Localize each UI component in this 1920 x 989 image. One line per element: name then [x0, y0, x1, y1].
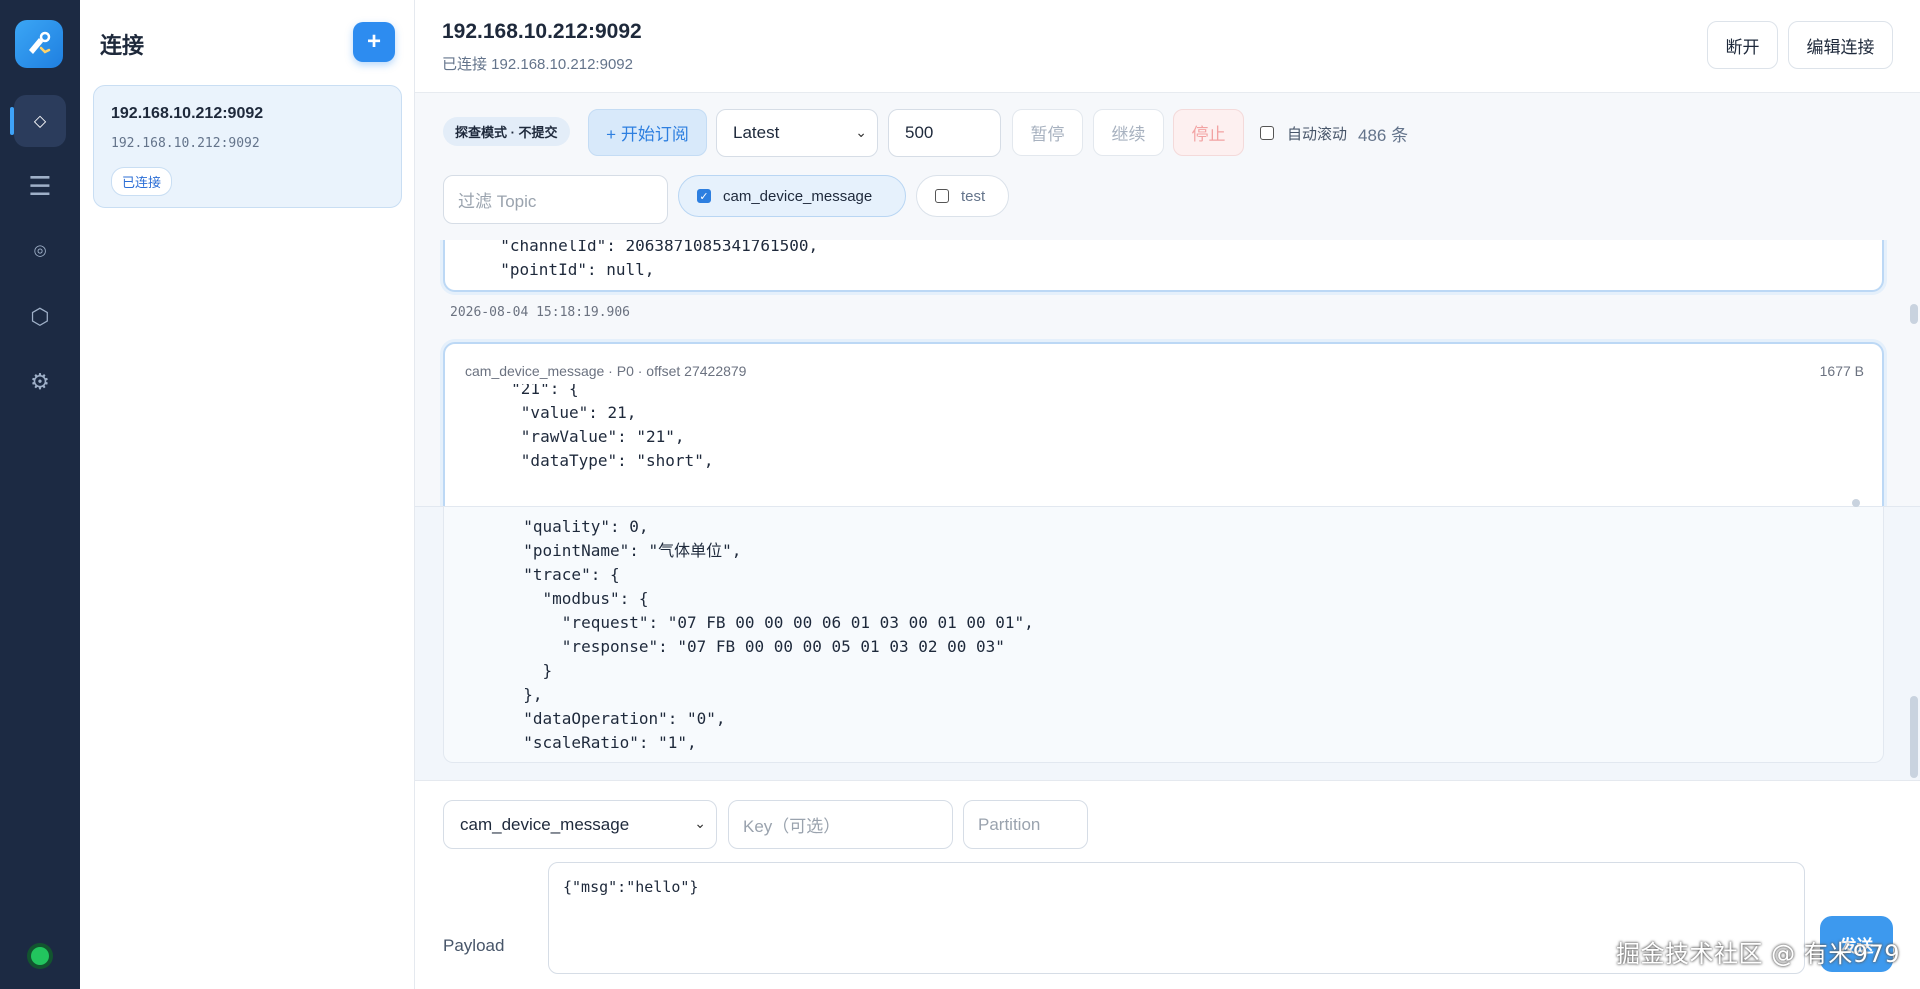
cube-icon: ⬡ [30, 304, 50, 329]
pause-button[interactable]: 暂停 [1012, 109, 1083, 156]
connection-name: 192.168.10.212:9092 [111, 105, 264, 122]
message-card-previous[interactable]: "channelId": 2063871085341761500, "point… [443, 240, 1884, 292]
max-messages-input[interactable]: 500 [888, 109, 1001, 157]
chevron-down-icon: ⌄ [855, 124, 867, 140]
connection-card[interactable]: 192.168.10.212:9092 192.168.10.212:9092 … [93, 85, 402, 208]
page-title: 192.168.10.212:9092 [442, 20, 642, 43]
message-meta: cam_device_message · P0 · offset 2742287… [465, 363, 747, 379]
message-body: "21": { "value": 21, "rawValue": "21", "… [511, 384, 714, 470]
topic-filter-input[interactable]: 过滤 Topic [443, 175, 668, 224]
topic-chip-label: cam_device_message [723, 187, 873, 205]
autoscroll-label: 自动滚动 [1287, 126, 1348, 143]
connection-status-badge: 已连接 [111, 167, 173, 196]
list-icon: ☰ [28, 170, 52, 201]
rail-target-button[interactable]: ◎ [14, 224, 66, 276]
message-detail-pane: "quality": 0, "pointName": "气体单位", "trac… [415, 506, 1920, 780]
message-detail-body: "quality": 0, "pointName": "气体单位", "trac… [523, 517, 1034, 752]
connections-title: 连接 [100, 33, 145, 58]
offset-select[interactable]: Latest ⌄ [716, 109, 878, 157]
message-timestamp: 2026-08-04 15:18:19.906 [450, 305, 631, 320]
key-input[interactable]: Key（可选） [728, 800, 953, 849]
scrollbar-thumb-upper[interactable] [1910, 304, 1918, 324]
edit-connection-button[interactable]: 编辑连接 [1788, 21, 1893, 69]
message-list[interactable]: "channelId": 2063871085341761500, "point… [415, 240, 1920, 780]
page-header: 192.168.10.212:9092 已连接 192.168.10.212:9… [415, 0, 1920, 93]
payload-label: Payload [443, 936, 505, 955]
checkbox-icon [935, 189, 949, 203]
producer-topic-select[interactable]: cam_device_message ⌄ [443, 800, 717, 849]
watermark: 掘金技术社区 @ 有米979 [1616, 940, 1901, 968]
topic-chip-cam-device-message[interactable]: ✓ cam_device_message [678, 175, 906, 217]
connections-icon: ◇ [33, 113, 47, 130]
connection-status-dot [31, 947, 49, 965]
offset-select-value: Latest [733, 123, 780, 142]
rail-settings-button[interactable]: ⚙ [14, 356, 66, 408]
page-subtitle: 已连接 192.168.10.212:9092 [442, 56, 633, 73]
connection-address: 192.168.10.212:9092 [111, 136, 260, 151]
connections-panel: 连接 + 192.168.10.212:9092 192.168.10.212:… [80, 0, 415, 989]
message-count: 486 条 [1358, 126, 1409, 145]
add-connection-button[interactable]: + [353, 22, 395, 62]
mode-badge: 探查模式 · 不提交 [443, 117, 570, 146]
topic-chip-label: test [961, 187, 986, 205]
rail-cube-button[interactable]: ⬡ [14, 291, 66, 343]
target-icon: ◎ [33, 242, 47, 259]
resume-button[interactable]: 继续 [1093, 109, 1164, 156]
message-body-scroll[interactable]: "21": { "value": 21, "rawValue": "21", "… [463, 384, 1863, 470]
chevron-down-icon: ⌄ [694, 815, 706, 831]
disconnect-button[interactable]: 断开 [1707, 21, 1778, 69]
inner-scrollbar-thumb[interactable] [1852, 499, 1860, 507]
nav-rail: ◇ ☰ ◎ ⬡ ⚙ [0, 0, 80, 989]
message-detail-scroll[interactable]: "quality": 0, "pointName": "气体单位", "trac… [443, 507, 1884, 763]
rail-connections-button[interactable]: ◇ [10, 95, 66, 147]
checkmark-icon: ✓ [697, 189, 711, 203]
message-body: "channelId": 2063871085341761500, "point… [500, 240, 819, 279]
autoscroll-checkbox[interactable] [1260, 126, 1274, 140]
partition-input[interactable]: Partition [963, 800, 1088, 849]
scrollbar-thumb-lower[interactable] [1910, 696, 1918, 778]
topic-filter-row: 过滤 Topic ✓ cam_device_message test [415, 175, 1920, 240]
producer-topic-value: cam_device_message [460, 814, 630, 834]
message-size: 1677 B [1819, 363, 1864, 379]
stop-button[interactable]: 停止 [1173, 109, 1244, 156]
topic-chip-test[interactable]: test [916, 175, 1009, 217]
payload-value: {"msg":"hello"} [563, 878, 699, 896]
rail-list-button[interactable]: ☰ [14, 160, 66, 212]
settings-icon: ⚙ [30, 369, 50, 394]
consumer-toolbar: 探查模式 · 不提交 + 开始订阅 Latest ⌄ 500 暂停 继续 停止 … [415, 93, 1920, 175]
app-logo-icon [15, 20, 63, 68]
start-subscribe-button[interactable]: + 开始订阅 [588, 109, 707, 156]
